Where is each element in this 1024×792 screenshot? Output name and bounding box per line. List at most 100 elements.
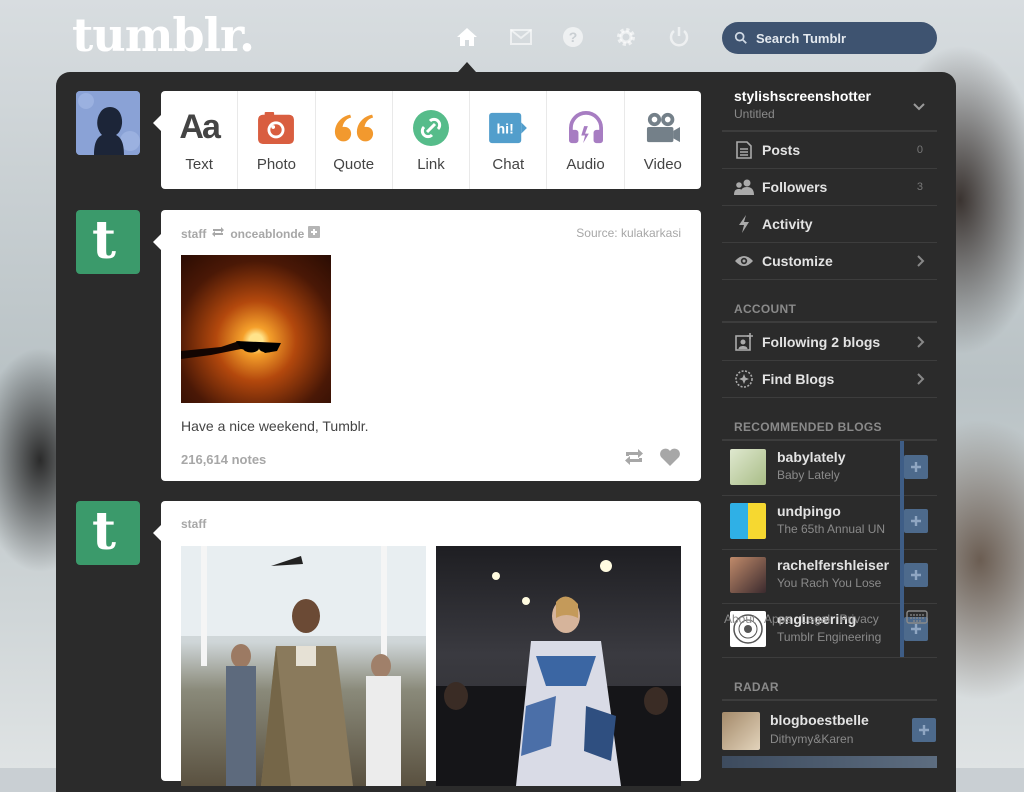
eye-icon — [732, 249, 756, 273]
chat-icon: hi! — [486, 108, 530, 148]
chevron-right-icon — [917, 255, 925, 267]
follow-plus-icon[interactable] — [308, 226, 321, 241]
post-card: staff — [161, 501, 701, 786]
add-person-icon — [732, 330, 756, 354]
radar-avatar — [722, 712, 760, 750]
source-name: kulakarkasi — [620, 226, 681, 240]
lightning-icon — [732, 212, 756, 236]
post-type-quote[interactable]: Quote — [316, 91, 393, 189]
post-type-audio[interactable]: Audio — [547, 91, 625, 189]
staff-avatar[interactable]: t — [76, 501, 140, 565]
compass-icon — [732, 367, 756, 391]
reblog-small-icon — [211, 226, 225, 241]
document-icon — [732, 138, 756, 162]
plus-icon — [911, 462, 921, 472]
heart-icon[interactable] — [659, 447, 681, 472]
recommended-blog[interactable]: babylately Baby Lately — [722, 441, 937, 496]
text-icon: Aa — [179, 108, 220, 146]
sidebar-item-customize[interactable]: Customize — [722, 243, 937, 280]
blog-avatar — [730, 449, 766, 485]
tumblr-t-icon: t — [92, 501, 117, 562]
blog-avatar — [730, 557, 766, 593]
blog-selector[interactable]: stylishscreenshotter Untitled — [722, 80, 937, 132]
post-type-photo[interactable]: Photo — [238, 91, 316, 189]
footer-link[interactable]: Apps — [764, 612, 791, 626]
sidebar-item-followers[interactable]: Followers 3 — [722, 169, 937, 206]
sidebar-item-find-blogs[interactable]: Find Blogs — [722, 361, 937, 398]
search-input[interactable] — [754, 29, 928, 47]
account-heading: ACCOUNT — [734, 302, 797, 316]
chevron-right-icon — [917, 336, 925, 348]
gear-icon[interactable] — [613, 24, 639, 50]
tumblr-t-icon: t — [92, 210, 117, 271]
post-author[interactable]: staff — [181, 517, 206, 531]
followers-icon — [732, 175, 756, 199]
footer-link[interactable]: Legal — [801, 612, 830, 626]
follow-button[interactable] — [904, 455, 928, 479]
divider — [722, 321, 937, 323]
post-type-video[interactable]: Video — [625, 91, 701, 189]
follow-button[interactable] — [904, 509, 928, 533]
posts-count: 0 — [916, 144, 923, 156]
fashion-photo-left[interactable] — [181, 546, 426, 786]
fashion-photo-right[interactable] — [436, 546, 681, 786]
help-icon[interactable]: ? — [560, 24, 586, 50]
post-type-text[interactable]: Aa Text — [161, 91, 239, 189]
post-notes[interactable]: 216,614 notes — [181, 452, 266, 467]
my-avatar[interactable] — [76, 91, 140, 155]
tumblr-logo[interactable]: tumblr. — [72, 8, 255, 62]
mail-icon[interactable] — [508, 24, 534, 50]
video-camera-icon — [641, 108, 685, 148]
recommended-heading: RECOMMENDED BLOGS — [734, 420, 882, 434]
followers-count: 3 — [916, 181, 923, 193]
quote-icon — [332, 108, 376, 148]
radar-image[interactable] — [722, 756, 937, 768]
footer-link[interactable]: About — [724, 612, 755, 626]
radar-post[interactable]: blogboestbelle Dithymy&Karen — [722, 708, 937, 752]
radar-heading: RADAR — [734, 680, 779, 694]
search-box[interactable] — [722, 22, 937, 54]
sidebar-item-activity[interactable]: Activity — [722, 206, 937, 243]
post-caption: Have a nice weekend, Tumblr. — [181, 418, 369, 434]
link-icon — [409, 108, 453, 148]
footer-links: About Apps Legal Privacy — [724, 610, 934, 627]
post-source[interactable]: Source: kulakarkasi — [576, 226, 681, 240]
plus-icon — [911, 516, 921, 526]
blog-name: stylishscreenshotter — [734, 88, 871, 104]
plus-icon — [911, 570, 921, 580]
post-type-bar: Aa Text Photo Quote Link hi! Chat Audio — [161, 91, 701, 189]
reblog-icon[interactable] — [623, 447, 645, 472]
plus-icon — [919, 725, 929, 735]
post-header: staff onceablonde — [181, 226, 321, 241]
home-icon[interactable] — [454, 24, 480, 50]
post-type-chat[interactable]: hi! Chat — [470, 91, 548, 189]
search-icon — [734, 31, 747, 44]
avatar-pointer — [153, 234, 161, 250]
chevron-down-icon — [913, 98, 925, 116]
reblogged-from[interactable]: onceablonde — [230, 227, 304, 241]
sidebar-item-posts[interactable]: Posts 0 — [722, 132, 937, 169]
follow-button[interactable] — [912, 718, 936, 742]
staff-avatar[interactable]: t — [76, 210, 140, 274]
active-nav-indicator — [458, 62, 476, 72]
follow-button[interactable] — [904, 563, 928, 587]
divider — [722, 699, 937, 701]
post-type-link[interactable]: Link — [393, 91, 471, 189]
recommended-blog[interactable]: rachelfershleiser You Rach You Lose — [722, 549, 937, 604]
top-header: tumblr. ? — [0, 0, 1024, 72]
camera-icon — [254, 108, 298, 148]
power-icon[interactable] — [666, 24, 692, 50]
sunset-photo[interactable] — [181, 255, 331, 403]
post-author[interactable]: staff — [181, 227, 206, 241]
post-header: staff — [181, 517, 206, 531]
recommended-blog[interactable]: undpingo The 65th Annual UN — [722, 495, 937, 550]
avatar-pointer — [153, 115, 161, 131]
sidebar-item-following[interactable]: Following 2 blogs — [722, 324, 937, 361]
keyboard-icon[interactable] — [906, 610, 928, 627]
blog-avatar — [730, 503, 766, 539]
source-label: Source: — [576, 226, 618, 240]
avatar-pointer — [153, 525, 161, 541]
headphones-icon — [564, 108, 608, 148]
post-card: staff onceablonde Source: kulakarkasi Ha… — [161, 210, 701, 481]
footer-link[interactable]: Privacy — [839, 612, 878, 626]
